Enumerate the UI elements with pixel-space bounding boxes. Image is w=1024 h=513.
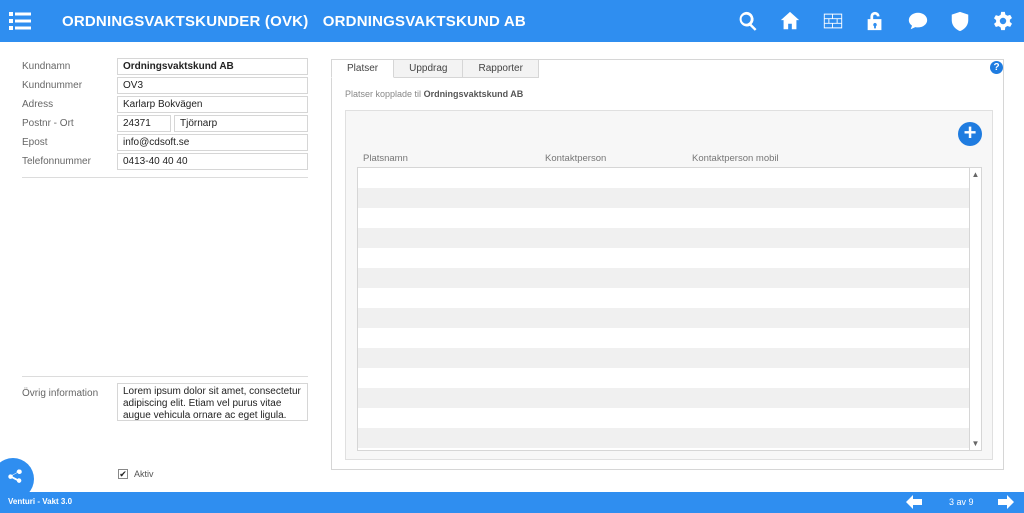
field-kundnamn: Kundnamn Ordningsvaktskund AB xyxy=(22,58,308,75)
chevron-up-icon[interactable]: ▲ xyxy=(970,169,981,180)
table-row[interactable] xyxy=(358,328,981,348)
kundnummer-label: Kundnummer xyxy=(22,80,83,91)
top-icon-bar xyxy=(727,0,1024,42)
panel-subtitle: Platser kopplade til Ordningsvaktskund A… xyxy=(345,89,523,99)
table-row[interactable] xyxy=(358,248,981,268)
field-ovrig: Övrig information xyxy=(22,385,117,402)
telefon-input[interactable]: 0413-40 40 40 xyxy=(117,153,308,170)
telefon-label: Telefonnummer xyxy=(22,156,91,167)
chat-icon[interactable] xyxy=(897,0,940,42)
field-adress: Adress Karlarp Bokvägen xyxy=(22,96,308,113)
form-divider-top xyxy=(22,177,308,178)
platser-grid: ▲ ▼ xyxy=(357,167,982,451)
table-row[interactable] xyxy=(358,388,981,408)
table-row[interactable] xyxy=(358,208,981,228)
field-postnr-ort: Postnr - Ort 24371 Tjörnarp xyxy=(22,115,308,132)
epost-label: Epost xyxy=(22,137,48,148)
column-header-platsnamn[interactable]: Platsnamn xyxy=(363,153,408,164)
help-icon[interactable]: ? xyxy=(990,61,1003,74)
top-bar: ORDNINGSVAKTSKUNDER (OVK) ORDNINGSVAKTSK… xyxy=(0,0,1024,42)
ovrig-textarea[interactable]: Lorem ipsum dolor sit amet, consectetur … xyxy=(117,383,308,421)
table-row[interactable] xyxy=(358,368,981,388)
table-row[interactable] xyxy=(358,408,981,428)
tab-rapporter[interactable]: Rapporter xyxy=(463,59,539,78)
table-row[interactable] xyxy=(358,428,981,448)
adress-input[interactable]: Karlarp Bokvägen xyxy=(117,96,308,113)
search-icon[interactable] xyxy=(727,0,770,42)
table-row[interactable] xyxy=(358,348,981,368)
pager-text: 3 av 9 xyxy=(949,497,974,507)
home-icon[interactable] xyxy=(769,0,812,42)
arrow-left-icon[interactable] xyxy=(906,495,922,509)
table-row[interactable] xyxy=(358,228,981,248)
postnr-input[interactable]: 24371 xyxy=(117,115,171,132)
kundnamn-label: Kundnamn xyxy=(22,61,71,72)
page-title-sub: ORDNINGSVAKTSKUND AB xyxy=(322,13,526,30)
table-row[interactable] xyxy=(358,308,981,328)
shield-icon[interactable] xyxy=(939,0,982,42)
arrow-right-icon[interactable] xyxy=(998,495,1014,509)
table-row[interactable] xyxy=(358,168,981,188)
column-header-kontaktperson[interactable]: Kontaktperson xyxy=(545,153,606,164)
page-title-main: ORDNINGSVAKTSKUNDER (OVK) xyxy=(62,13,309,30)
tab-uppdrag[interactable]: Uppdrag xyxy=(394,59,464,78)
aktiv-label: Aktiv xyxy=(134,469,154,479)
add-plats-button[interactable]: + xyxy=(958,122,982,146)
table-row[interactable] xyxy=(358,188,981,208)
postnr-ort-label: Postnr - Ort xyxy=(22,118,74,129)
footer-bar: Venturi - Vakt 3.0 3 av 9 xyxy=(0,492,1024,513)
chevron-down-icon[interactable]: ▼ xyxy=(970,438,981,449)
panel-subtitle-prefix: Platser kopplade til xyxy=(345,89,422,99)
kundnamn-input[interactable]: Ordningsvaktskund AB xyxy=(117,58,308,75)
kundnummer-input[interactable]: OV3 xyxy=(117,77,308,94)
table-row[interactable] xyxy=(358,288,981,308)
app-version: Venturi - Vakt 3.0 xyxy=(8,497,73,506)
tab-platser[interactable]: Platser xyxy=(331,59,395,78)
menu-icon[interactable] xyxy=(9,11,31,31)
aktiv-checkbox[interactable]: ✔ xyxy=(118,469,128,479)
epost-input[interactable]: info@cdsoft.se xyxy=(117,134,308,151)
app-root: ORDNINGSVAKTSKUNDER (OVK) ORDNINGSVAKTSK… xyxy=(0,0,1024,513)
aktiv-checkbox-row[interactable]: ✔ Aktiv xyxy=(118,469,154,479)
column-header-kontaktperson-mobil[interactable]: Kontaktperson mobil xyxy=(692,153,779,164)
ort-input[interactable]: Tjörnarp xyxy=(174,115,308,132)
table-row[interactable] xyxy=(358,268,981,288)
field-kundnummer: Kundnummer OV3 xyxy=(22,77,308,94)
form-divider-bottom xyxy=(22,376,308,377)
page-title: ORDNINGSVAKTSKUNDER (OVK) ORDNINGSVAKTSK… xyxy=(62,13,536,30)
gear-icon[interactable] xyxy=(982,0,1024,42)
lock-icon[interactable] xyxy=(854,0,897,42)
field-epost: Epost info@cdsoft.se xyxy=(22,134,308,151)
field-telefon: Telefonnummer 0413-40 40 40 xyxy=(22,153,308,170)
ovrig-label: Övrig information xyxy=(22,388,99,399)
panel-subtitle-name: Ordningsvaktskund AB xyxy=(423,89,524,99)
tab-bar: Platser Uppdrag Rapporter xyxy=(331,59,539,78)
grid-scrollbar[interactable]: ▲ ▼ xyxy=(969,168,981,450)
adress-label: Adress xyxy=(22,99,54,110)
wall-icon[interactable] xyxy=(812,0,855,42)
share-icon xyxy=(8,469,22,483)
